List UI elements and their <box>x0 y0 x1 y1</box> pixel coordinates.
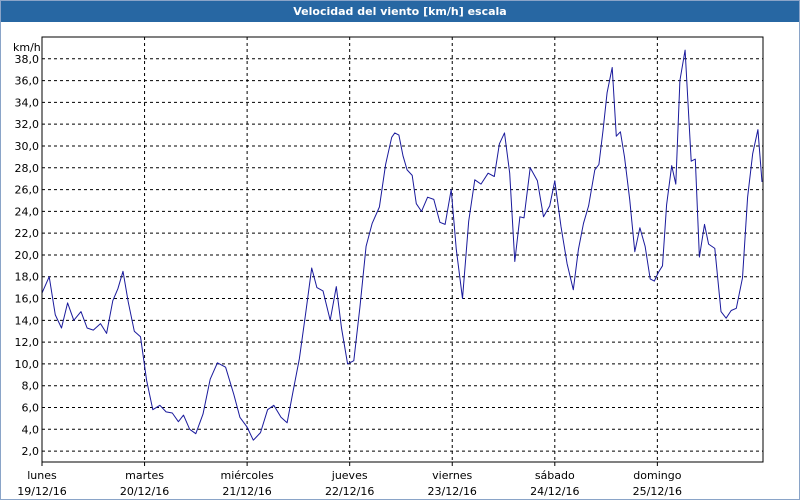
x-tick-date-label: 24/12/16 <box>530 485 579 498</box>
y-tick-label: 6,0 <box>22 402 40 415</box>
grid <box>41 37 763 466</box>
x-tick-date-label: 21/12/16 <box>222 485 271 498</box>
y-tick-label: 32,0 <box>15 118 40 131</box>
x-tick-date-label: 23/12/16 <box>428 485 477 498</box>
chart-window: Velocidad del viento [km/h] escala 2,0 4,… <box>0 0 800 500</box>
y-tick-label: 18,0 <box>15 271 40 284</box>
x-tick-day-label: viernes <box>432 469 472 482</box>
x-tick-date-label: 20/12/16 <box>120 485 169 498</box>
x-tick-date-label: 19/12/16 <box>17 485 66 498</box>
x-tick-day-label: lunes <box>27 469 57 482</box>
x-tick-day-label: jueves <box>331 469 368 482</box>
series-line <box>41 49 763 441</box>
x-tick-day-label: miércoles <box>221 469 274 482</box>
y-tick-label: 14,0 <box>15 314 40 327</box>
y-tick-label: 2,0 <box>22 445 40 458</box>
x-tick-day-label: domingo <box>633 469 681 482</box>
y-tick-label: 28,0 <box>15 162 40 175</box>
y-tick-label: 30,0 <box>15 140 40 153</box>
y-tick-label: 38,0 <box>15 53 40 66</box>
x-tick-day-label: martes <box>125 469 164 482</box>
y-tick-label: 22,0 <box>15 227 40 240</box>
y-tick-label: 26,0 <box>15 184 40 197</box>
x-tick-labels: lunes 19/12/16 martes 20/12/16 miércoles 21/1… <box>17 469 682 498</box>
line-chart: 2,0 4,0 6,0 8,0 10,0 12,0 14,0 16,0 18,0 20,0 22,0… <box>13 36 764 498</box>
y-tick-label: 34,0 <box>15 96 40 109</box>
y-tick-label: 16,0 <box>15 293 40 306</box>
x-tick-date-label: 22/12/16 <box>325 485 374 498</box>
x-tick-date-label: 25/12/16 <box>633 485 682 498</box>
y-tick-label: 8,0 <box>22 380 40 393</box>
y-tick-label: 36,0 <box>15 75 40 88</box>
y-tick-label: 24,0 <box>15 205 40 218</box>
y-tick-label: 12,0 <box>15 336 40 349</box>
x-tick-day-label: sábado <box>535 469 575 482</box>
y-tick-label: 20,0 <box>15 249 40 262</box>
y-tick-labels: 2,0 4,0 6,0 8,0 10,0 12,0 14,0 16,0 18,0 20,0 22,0… <box>15 53 40 458</box>
y-tick-label: 4,0 <box>22 423 40 436</box>
series-layer <box>41 49 763 441</box>
y-axis-unit-label: km/h <box>13 41 41 54</box>
y-tick-label: 10,0 <box>15 358 40 371</box>
